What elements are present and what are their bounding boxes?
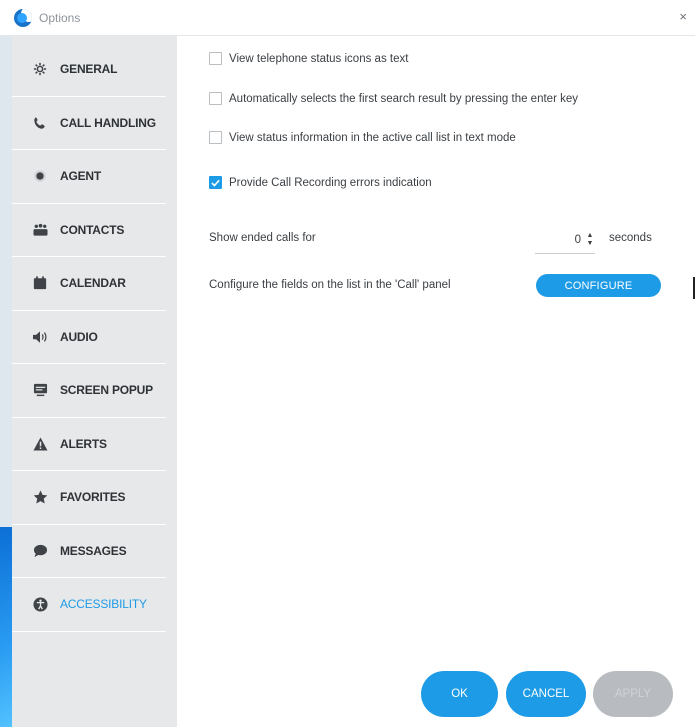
option-label: View status information in the active ca…	[229, 131, 516, 144]
gear-icon	[31, 60, 49, 78]
configure-label: Configure the fields on the list in the …	[209, 279, 451, 291]
checkbox-status-text-mode[interactable]	[209, 131, 222, 144]
option-status-text-mode: View status information in the active ca…	[209, 131, 516, 144]
close-icon[interactable]: ×	[679, 10, 687, 24]
apply-button[interactable]: APPLY	[593, 671, 673, 717]
cancel-button[interactable]: CANCEL	[506, 671, 586, 717]
sidebar-item-label: AGENT	[60, 169, 102, 184]
sidebar-item-label: AUDIO	[60, 329, 98, 344]
agent-icon	[31, 167, 49, 185]
ended-calls-unit: seconds	[609, 232, 652, 244]
sidebar-item-call-handling[interactable]: CALL HANDLING	[12, 97, 166, 150]
checkbox-auto-select-search[interactable]	[209, 92, 222, 105]
desktop-accent-shape	[0, 527, 12, 727]
spinner-arrows: ▲ ▼	[585, 232, 595, 248]
option-auto-select-search: Automatically selects the first search r…	[209, 92, 578, 105]
message-icon	[31, 542, 49, 560]
option-label: View telephone status icons as text	[229, 52, 409, 65]
contacts-icon	[31, 221, 49, 239]
sidebar-item-label: MESSAGES	[60, 543, 127, 558]
sidebar-item-accessibility[interactable]: ACCESSIBILITY	[12, 578, 166, 632]
sidebar-item-agent[interactable]: AGENT	[12, 150, 166, 204]
sidebar-item-contacts[interactable]: CONTACTS	[12, 204, 166, 257]
title-bar: Options ×	[0, 0, 695, 36]
decrement-icon[interactable]: ▼	[587, 240, 594, 248]
window-title: Options	[39, 10, 81, 25]
app-logo-icon	[14, 8, 32, 27]
option-label: Automatically selects the first search r…	[229, 92, 578, 105]
alert-icon	[31, 435, 49, 453]
options-panel: View telephone status icons as text Auto…	[177, 36, 695, 727]
sidebar-item-label: CALENDAR	[60, 276, 126, 291]
ended-calls-spinner[interactable]: 0 ▲ ▼	[535, 226, 595, 254]
sidebar-item-screen-popup[interactable]: SCREEN POPUP	[12, 364, 166, 418]
increment-icon[interactable]: ▲	[587, 232, 594, 240]
phone-icon	[31, 114, 49, 132]
ended-calls-label: Show ended calls for	[209, 232, 316, 244]
sidebar-item-label: SCREEN POPUP	[60, 383, 153, 398]
configure-button[interactable]: CONFIGURE	[536, 274, 661, 297]
checkbox-telephone-status-text[interactable]	[209, 52, 222, 65]
desktop-background	[0, 0, 12, 727]
sidebar-item-alerts[interactable]: ALERTS	[12, 418, 166, 471]
sidebar-item-label: FAVORITES	[60, 490, 126, 505]
sidebar: GENERAL CALL HANDLING AGENT CONTACTS CAL…	[12, 36, 177, 727]
option-telephone-status-text: View telephone status icons as text	[209, 52, 408, 65]
sidebar-item-messages[interactable]: MESSAGES	[12, 525, 166, 578]
sidebar-item-label: ALERTS	[60, 436, 107, 451]
option-recording-errors: Provide Call Recording errors indication	[209, 176, 432, 189]
checkbox-recording-errors[interactable]	[209, 176, 222, 189]
sidebar-item-label: CONTACTS	[60, 222, 125, 237]
sidebar-item-calendar[interactable]: CALENDAR	[12, 257, 166, 311]
sidebar-item-label: GENERAL	[60, 62, 118, 77]
star-icon	[31, 488, 49, 506]
speaker-icon	[31, 328, 49, 346]
checkmark-icon	[211, 179, 220, 187]
sidebar-item-label: ACCESSIBILITY	[60, 597, 147, 612]
sidebar-item-favorites[interactable]: FAVORITES	[12, 471, 166, 525]
calendar-icon	[31, 274, 49, 292]
ok-button[interactable]: OK	[421, 671, 498, 717]
option-label: Provide Call Recording errors indication	[229, 176, 432, 189]
sidebar-item-audio[interactable]: AUDIO	[12, 311, 166, 364]
ended-calls-value: 0	[574, 233, 581, 246]
screen-popup-icon	[31, 381, 49, 399]
accessibility-icon	[31, 595, 49, 613]
sidebar-item-general[interactable]: GENERAL	[12, 43, 166, 97]
sidebar-item-label: CALL HANDLING	[60, 115, 156, 130]
